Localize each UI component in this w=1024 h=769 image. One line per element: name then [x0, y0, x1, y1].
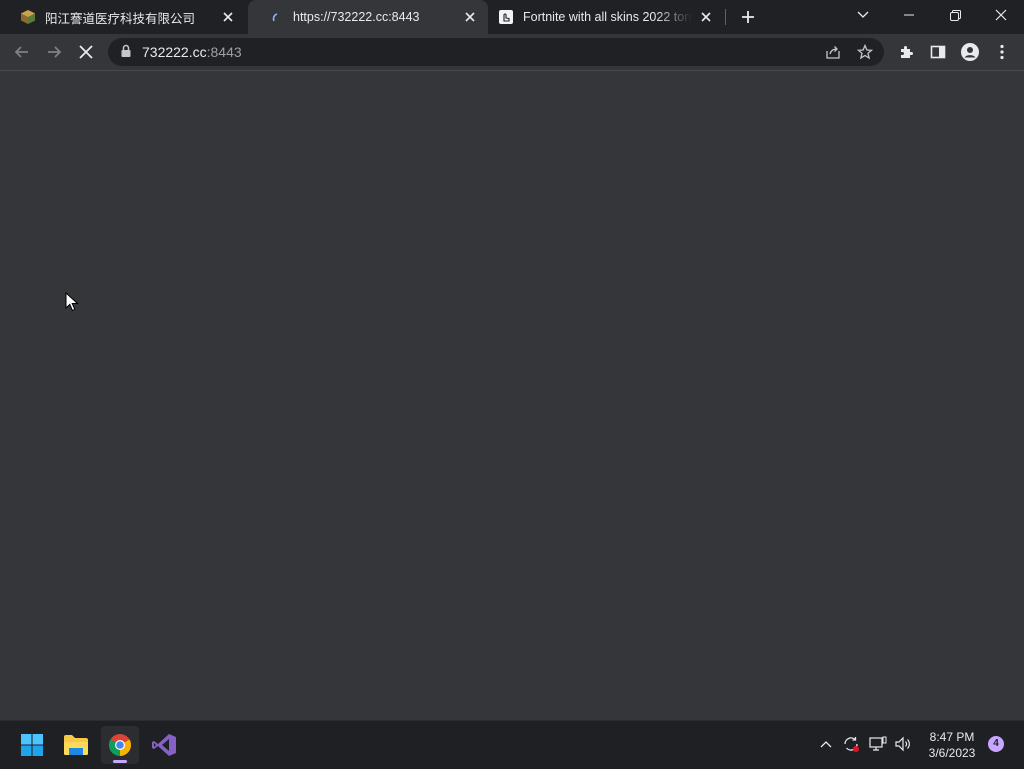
cube-logo-icon [20, 9, 36, 25]
system-clock[interactable]: 8:47 PM 3/6/2023 [920, 729, 984, 761]
page-content[interactable] [0, 71, 1024, 720]
folder-icon [64, 735, 88, 755]
close-tab-icon[interactable] [462, 9, 478, 25]
clock-time: 8:47 PM [929, 730, 975, 744]
arrow-right-icon [48, 46, 62, 58]
address-bar[interactable]: 732222.cc:8443 [108, 38, 884, 66]
windows-taskbar: 8:47 PM 3/6/2023 4 [0, 720, 1024, 769]
display-icon[interactable] [867, 733, 889, 755]
tab-company[interactable]: 阳江謇道医疗科技有限公司 [0, 0, 246, 34]
bookmark-star-icon[interactable] [855, 42, 875, 62]
chrome-icon [109, 734, 131, 756]
side-panel-button[interactable] [924, 38, 952, 66]
chevron-up-icon [820, 741, 832, 748]
tab-title: 阳江謇道医疗科技有限公司 [45, 11, 196, 26]
chrome-taskbar-button[interactable] [101, 726, 139, 764]
kebab-menu-icon [1000, 44, 1004, 60]
restore-icon [949, 9, 961, 21]
minimize-button[interactable] [886, 0, 932, 30]
file-explorer-button[interactable] [57, 726, 95, 764]
start-button[interactable] [13, 726, 51, 764]
mouse-pointer-icon [65, 292, 79, 312]
tab-search-button[interactable] [840, 0, 886, 30]
url-host: 732222.cc [142, 44, 207, 60]
restore-button[interactable] [932, 0, 978, 30]
stop-x-icon [79, 45, 93, 59]
puzzle-icon [901, 46, 913, 58]
tab-active-url[interactable]: https://732222.cc:8443 [248, 0, 488, 34]
active-app-indicator [113, 760, 127, 763]
tab-fortnite[interactable]: Fortnite with all skins 2022 torrent [488, 0, 724, 34]
close-window-button[interactable] [978, 0, 1024, 30]
close-icon [995, 9, 1007, 21]
show-hidden-icons-button[interactable] [815, 733, 837, 755]
tab-title: https://732222.cc:8443 [293, 10, 420, 24]
menu-button[interactable] [988, 38, 1016, 66]
close-tab-icon[interactable] [220, 9, 236, 25]
clock-date: 3/6/2023 [928, 746, 976, 760]
extensions-button[interactable] [892, 38, 920, 66]
share-icon[interactable] [823, 42, 843, 62]
loading-spinner-icon [268, 9, 284, 25]
lock-icon[interactable] [120, 44, 134, 60]
notification-badge[interactable]: 4 [988, 736, 1004, 752]
minimize-icon [904, 14, 914, 16]
plus-icon [742, 11, 754, 23]
tab-title: Fortnite with all skins 2022 torrent [523, 10, 692, 24]
tab-strip: 阳江謇道医疗科技有限公司 https://732222.cc:8443 Fort… [0, 0, 1024, 34]
new-tab-button[interactable] [736, 5, 760, 29]
windows-logo-icon [21, 734, 43, 756]
profile-button[interactable] [956, 38, 984, 66]
forward-button[interactable] [40, 38, 68, 66]
address-url[interactable]: 732222.cc:8443 [142, 44, 242, 60]
arrow-left-icon [14, 46, 28, 58]
chevron-down-icon [857, 11, 869, 18]
visual-studio-icon [152, 734, 176, 756]
url-port: :8443 [206, 44, 242, 60]
side-panel-icon [930, 45, 946, 59]
browser-toolbar: 732222.cc:8443 [0, 34, 1024, 71]
tab-separator [725, 9, 726, 25]
close-tab-icon[interactable] [698, 9, 714, 25]
profile-avatar-icon [961, 43, 979, 61]
stop-button[interactable] [72, 38, 100, 66]
visual-studio-button[interactable] [145, 726, 183, 764]
back-button[interactable] [8, 38, 36, 66]
volume-icon[interactable] [892, 733, 914, 755]
hand-page-icon [498, 9, 514, 25]
sync-status-icon[interactable] [840, 733, 862, 755]
